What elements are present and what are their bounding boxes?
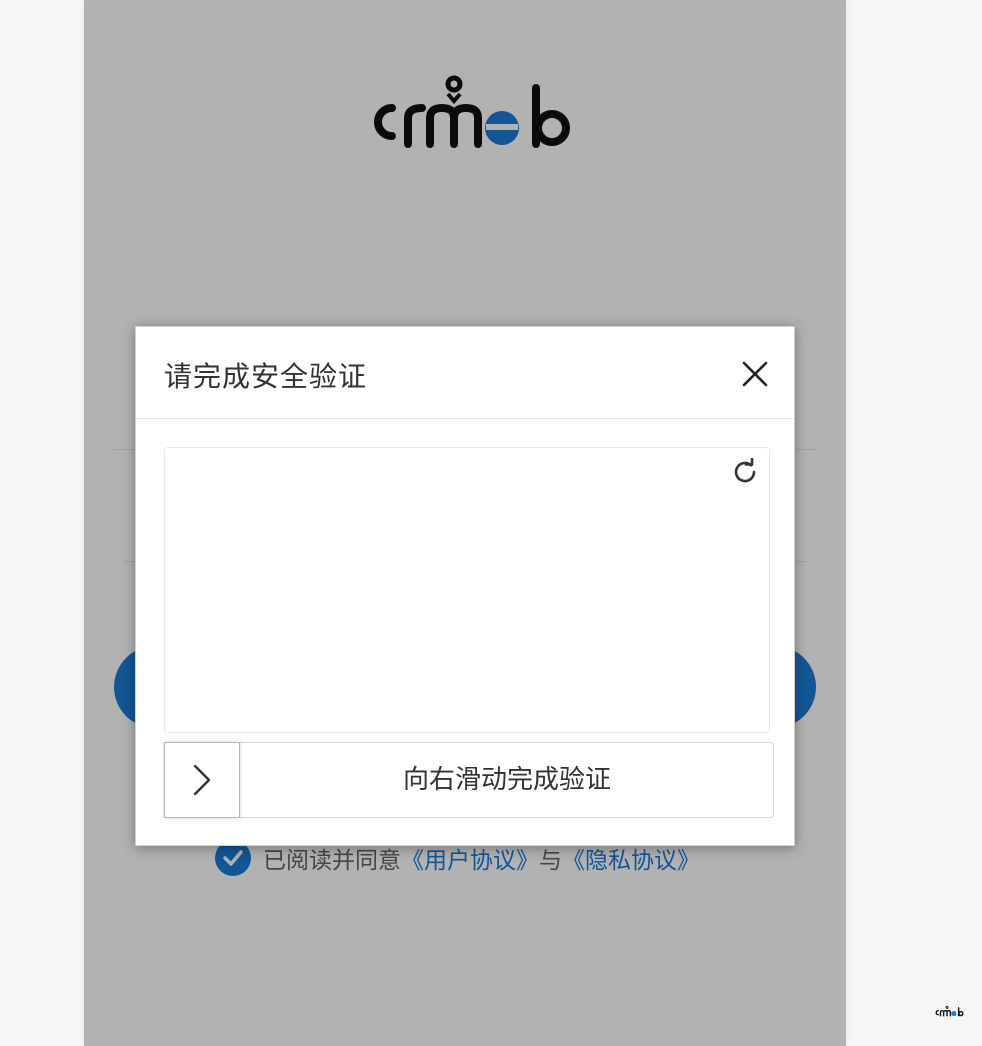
crmeb-small-logo <box>935 1005 964 1017</box>
dialog-header: 请完成安全验证 <box>136 327 794 419</box>
slider-handle[interactable] <box>164 742 240 818</box>
close-button[interactable] <box>736 355 774 393</box>
close-icon <box>742 361 768 387</box>
slider-track[interactable]: 向右滑动完成验证 <box>164 742 774 818</box>
slider-instruction: 向右滑动完成验证 <box>402 765 611 795</box>
refresh-button[interactable] <box>729 456 761 488</box>
security-verification-dialog: 请完成安全验证 向右滑动完成验证 <box>135 326 795 846</box>
dialog-title: 请完成安全验证 <box>164 360 368 393</box>
captcha-image <box>164 447 770 733</box>
chevron-right-icon <box>193 764 211 796</box>
refresh-icon <box>734 458 756 483</box>
